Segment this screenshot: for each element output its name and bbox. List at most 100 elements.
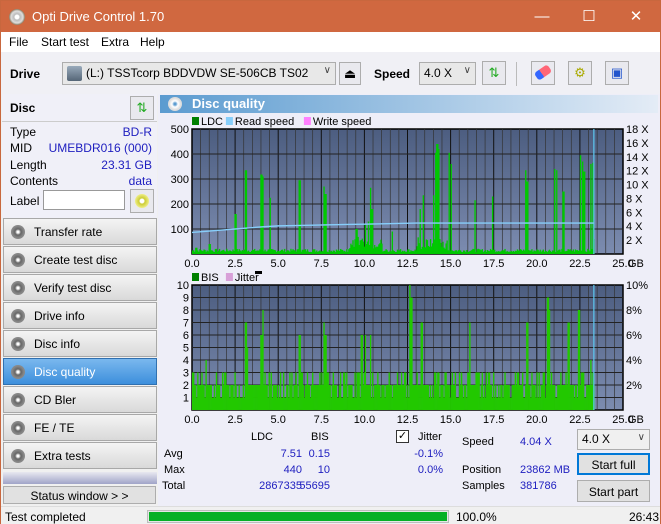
window-title: Opti Drive Control 1.70	[32, 9, 165, 24]
nav-create-test-disc[interactable]: Create test disc	[3, 246, 157, 273]
nav-fe-te[interactable]: FE / TE	[3, 414, 157, 441]
gears-icon: ⚙	[574, 65, 586, 80]
legend-swatch-write-speed	[303, 117, 311, 125]
bis-col-header: BIS	[311, 431, 329, 443]
elapsed-time: 26:43	[629, 510, 660, 524]
status-window-button[interactable]: Status window > >	[3, 486, 156, 504]
disc-mid-row: MID UMEBDR016 (000)	[10, 141, 152, 157]
legend-swatch-read-speed	[225, 117, 233, 125]
settings-button[interactable]: ⚙	[568, 61, 592, 85]
refresh-arrows-icon: ⇅	[136, 100, 148, 115]
disc-nav-icon	[11, 421, 25, 435]
legend-swatch-ldc	[192, 117, 199, 125]
total-bis: 55695	[299, 480, 330, 492]
jitter-marker	[255, 271, 262, 274]
x-tick-label: 7.5	[314, 414, 329, 424]
y2-tick-label: 10%	[626, 280, 648, 292]
speed-label: Speed	[374, 67, 411, 81]
y2-tick-label: 2 X	[626, 235, 643, 247]
legend-label-bis: BIS	[201, 272, 219, 284]
chevron-down-icon: ∨	[463, 65, 471, 76]
y2-tick-label: 2%	[626, 380, 642, 392]
eject-button[interactable]: ⏏	[339, 62, 361, 85]
total-label: Total	[162, 480, 186, 492]
drive-select[interactable]: (L:) TSSTcorp BDDVDW SE-506CB TS02 ∨	[62, 62, 336, 85]
start-part-button[interactable]: Start part	[577, 480, 650, 502]
disc-label-button[interactable]	[130, 189, 154, 213]
x-tick-label: 10.0	[354, 414, 375, 424]
x-tick-label: 20.0	[526, 414, 547, 424]
disc-type-value: BD-R	[122, 125, 152, 139]
menu-help[interactable]: Help	[140, 35, 165, 49]
avg-jitter: -0.1%	[414, 448, 443, 460]
disc-mid-key: MID	[10, 141, 32, 155]
disc-nav-icon	[11, 281, 25, 295]
minimize-button[interactable]: —	[519, 1, 565, 32]
menu-start-test[interactable]: Start test	[41, 35, 89, 49]
ldc-bar	[554, 169, 556, 254]
disc-nav-icon	[11, 337, 25, 351]
disc-info: Type BD-R MID UMEBDR016 (000) Length 23.31 …	[2, 122, 157, 218]
nav-label: Disc quality	[34, 365, 96, 379]
samples-value: 381786	[520, 480, 557, 492]
ldc-bar	[474, 200, 476, 254]
ldc-bar	[245, 170, 248, 254]
avg-label: Avg	[164, 448, 183, 460]
jitter-checkbox[interactable]: ✓	[396, 430, 409, 443]
y-tick-label: 100	[171, 224, 189, 236]
nav-verify-test-disc[interactable]: Verify test disc	[3, 274, 157, 301]
y2-tick-label: 10 X	[626, 180, 649, 192]
y2-tick-label: 16 X	[626, 138, 649, 150]
ldc-bar	[235, 214, 237, 254]
x-tick-label: 5.0	[271, 258, 286, 270]
disc-label-input[interactable]	[43, 190, 125, 210]
x-tick-label: 17.5	[483, 414, 504, 424]
disc-nav-icon	[11, 365, 25, 379]
erase-button[interactable]	[531, 61, 555, 85]
nav-extra-tests[interactable]: Extra tests	[3, 442, 157, 469]
start-full-button[interactable]: Start full	[577, 453, 650, 475]
nav-transfer-rate[interactable]: Transfer rate	[3, 218, 157, 245]
x-tick-label: 17.5	[483, 258, 504, 270]
ldc-bar	[527, 181, 529, 254]
save-button[interactable]: ▣	[605, 61, 629, 85]
nav-spacer	[3, 472, 157, 484]
refresh-arrows-icon: ⇅	[488, 65, 500, 80]
position-label: Position	[462, 464, 502, 476]
speed-select[interactable]: 4.0 X ∨	[419, 62, 476, 85]
disc-nav-icon	[11, 253, 25, 267]
x-tick-label: 12.5	[397, 414, 418, 424]
disc-length-row: Length 23.31 GB	[10, 158, 152, 174]
x-tick-label: 2.5	[227, 258, 242, 270]
menu-file[interactable]: File	[9, 35, 28, 49]
x-tick-label: 0.0	[184, 414, 199, 424]
nav-disc-quality[interactable]: Disc quality	[3, 358, 157, 385]
nav-cd-bler[interactable]: CD Bler	[3, 386, 157, 413]
disc-nav-icon	[11, 225, 25, 239]
disc-icon	[135, 194, 149, 208]
speed-stat-label: Speed	[462, 436, 494, 448]
nav-drive-info[interactable]: Drive info	[3, 302, 157, 329]
max-label: Max	[164, 464, 185, 476]
disc-refresh-button[interactable]: ⇅	[130, 96, 154, 120]
ldc-bar	[422, 195, 425, 254]
y-tick-label: 7	[183, 318, 189, 330]
menu-extra[interactable]: Extra	[101, 35, 129, 49]
disc-header: Disc ⇅	[2, 94, 157, 122]
status-text: Test completed	[5, 510, 86, 524]
refresh-speed-button[interactable]: ⇅	[482, 61, 506, 85]
nav-disc-info[interactable]: Disc info	[3, 330, 157, 357]
x-tick-label: 12.5	[397, 258, 418, 270]
ldc-bar	[556, 170, 558, 254]
y-tick-label: 6	[183, 330, 189, 342]
disc-length-value: 23.31 GB	[101, 158, 152, 172]
ldc-bar	[584, 171, 586, 254]
progress-fill	[149, 512, 447, 521]
progress-text: 100.0%	[456, 510, 497, 524]
close-button[interactable]: ✕	[613, 1, 659, 32]
maximize-button[interactable]: ☐	[566, 1, 612, 32]
menu-bar: File Start test Extra Help	[1, 32, 660, 52]
test-speed-select[interactable]: 4.0 X ∨	[577, 429, 650, 450]
disc-contents-key: Contents	[10, 174, 59, 188]
ldc-bar	[491, 196, 494, 254]
